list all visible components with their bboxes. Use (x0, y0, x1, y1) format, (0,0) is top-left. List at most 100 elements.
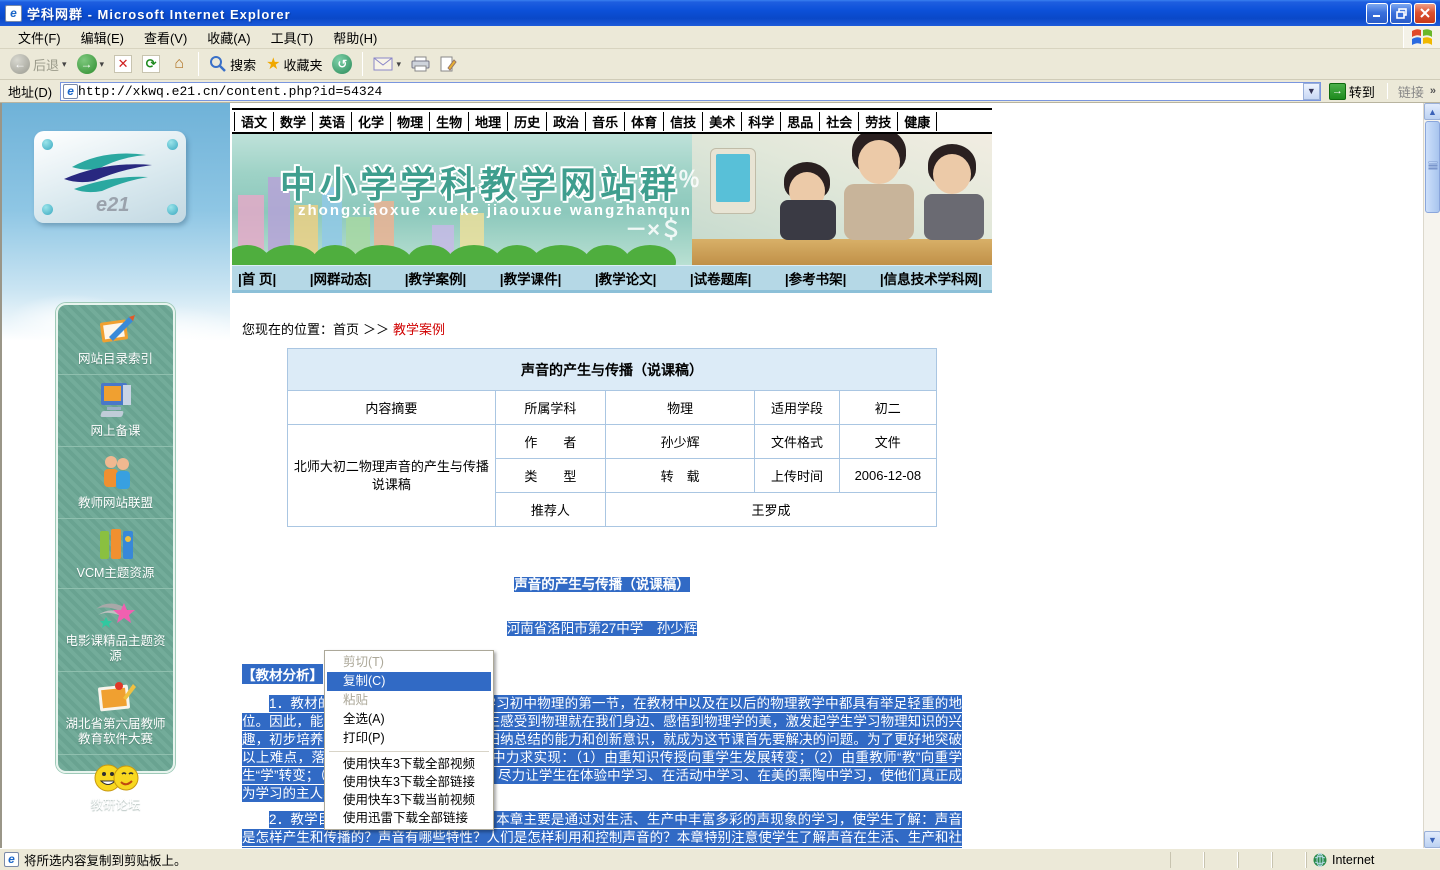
banner-photo (692, 134, 992, 265)
edit-icon (440, 56, 457, 72)
subject-link[interactable]: 体育 (624, 112, 663, 131)
security-zone: Internet (1306, 852, 1436, 868)
history-button[interactable]: ↺ (328, 52, 356, 76)
context-menu-thunder-all-links[interactable]: 使用迅雷下载全部链接 (327, 809, 491, 827)
sidebar-item-software-contest[interactable]: 湖北省第六届教师教育软件大赛 (58, 672, 173, 755)
context-menu-flashget-all-videos[interactable]: 使用快车3下载全部视频 (327, 755, 491, 773)
back-label: 后退 (33, 55, 59, 74)
document-info-table: 声音的产生与传播（说课稿） 内容摘要 所属学科 物理 适用学段 初二 北师大初二… (287, 348, 937, 527)
menu-favorites[interactable]: 收藏(A) (197, 25, 260, 50)
forward-dropdown-icon[interactable]: ▾ (100, 59, 105, 70)
menu-file[interactable]: 文件(F) (8, 25, 71, 50)
stop-button[interactable]: ✕ (110, 53, 136, 75)
site-nav-books[interactable]: |参考书架| (785, 268, 847, 288)
breadcrumb: 您现在的位置：首页 ＞＞ 教学案例 (242, 319, 992, 338)
site-nav-home[interactable]: |首 页| (238, 268, 276, 288)
back-button[interactable]: ← 后退 ▾ (6, 52, 71, 76)
computer-icon (95, 381, 137, 421)
subject-link[interactable]: 健康 (897, 112, 937, 131)
site-nav-exams[interactable]: |试卷题库| (690, 268, 752, 288)
search-button[interactable]: 搜索 (205, 53, 260, 76)
vertical-scrollbar[interactable]: ▲ ▼ (1423, 103, 1440, 848)
menu-bar: 文件(F) 编辑(E) 查看(V) 收藏(A) 工具(T) 帮助(H) (0, 26, 1440, 49)
scrollbar-thumb[interactable] (1425, 121, 1440, 213)
context-menu-select-all[interactable]: 全选(A) (327, 710, 491, 729)
edit-button[interactable] (436, 54, 461, 74)
address-url[interactable]: http://xkwq.e21.cn/content.php?id=54324 (78, 84, 1303, 99)
subject-link[interactable]: 数学 (273, 112, 312, 131)
subject-label: 所属学科 (495, 391, 605, 425)
scroll-down-button[interactable]: ▼ (1424, 831, 1440, 848)
subject-link[interactable]: 思品 (780, 112, 819, 131)
sidebar-item-vcm-resources[interactable]: VCM主题资源 (58, 519, 173, 589)
notepad-pencil-icon (95, 311, 137, 349)
sidebar-item-research-forum[interactable]: 教研论坛 (58, 755, 173, 820)
site-nav-courseware[interactable]: |教学课件| (500, 268, 562, 288)
subject-link[interactable]: 历史 (507, 112, 546, 131)
addressbar-separator (1387, 83, 1388, 99)
context-menu-flashget-current-video[interactable]: 使用快车3下载当前视频 (327, 791, 491, 809)
home-button[interactable]: ⌂ (166, 53, 192, 75)
go-button[interactable]: → 转到 (1325, 81, 1379, 102)
back-dropdown-icon[interactable]: ▾ (62, 59, 67, 70)
scroll-up-button[interactable]: ▲ (1424, 103, 1440, 120)
breadcrumb-prefix[interactable]: 您现在的位置：首页 (242, 319, 359, 338)
subject-link[interactable]: 政治 (546, 112, 585, 131)
site-nav-papers[interactable]: |教学论文| (595, 268, 657, 288)
subject-link[interactable]: 英语 (312, 112, 351, 131)
context-menu-separator (329, 751, 489, 752)
subject-link[interactable]: 美术 (702, 112, 741, 131)
menu-edit[interactable]: 编辑(E) (71, 25, 134, 50)
site-nav-news[interactable]: |网群动态| (310, 268, 372, 288)
subject-link[interactable]: 物理 (390, 112, 429, 131)
menu-tools[interactable]: 工具(T) (261, 25, 324, 50)
window-title: 学科网群 - Microsoft Internet Explorer (27, 4, 291, 23)
browser-window: e 学科网群 - Microsoft Internet Explorer 文件(… (0, 0, 1440, 870)
context-menu-cut: 剪切(T) (327, 653, 491, 672)
sidebar-item-label: 电影课精品主题资源 (60, 634, 171, 664)
toolbar-separator (362, 52, 363, 76)
breadcrumb-current[interactable]: 教学案例 (393, 319, 445, 338)
sidebar-item-site-index[interactable]: 网站目录索引 (58, 305, 173, 375)
menu-view[interactable]: 查看(V) (134, 25, 197, 50)
subject-link[interactable]: 社会 (819, 112, 858, 131)
svg-text:e21: e21 (96, 194, 129, 216)
mail-button[interactable]: ▾ (369, 55, 405, 73)
favorites-label: 收藏夹 (283, 55, 322, 74)
site-nav-cases[interactable]: |教学案例| (405, 268, 467, 288)
subject-link[interactable]: 音乐 (585, 112, 624, 131)
context-menu-flashget-all-links[interactable]: 使用快车3下载全部链接 (327, 773, 491, 791)
subject-link[interactable]: 地理 (468, 112, 507, 131)
subject-link[interactable]: 语文 (234, 112, 273, 131)
forward-button[interactable]: → ▾ (73, 52, 109, 76)
people-icon (96, 453, 136, 493)
abstract-label: 内容摘要 (288, 391, 496, 425)
e21-waves-icon: e21 (34, 131, 186, 223)
minimize-button[interactable] (1366, 3, 1388, 24)
breadcrumb-separator: ＞＞ (363, 319, 389, 338)
sidebar-item-teacher-alliance[interactable]: 教师网站联盟 (58, 447, 173, 519)
context-menu-print[interactable]: 打印(P) (327, 729, 491, 748)
subject-link[interactable]: 信技 (663, 112, 702, 131)
subject-link[interactable]: 科学 (741, 112, 780, 131)
menu-help[interactable]: 帮助(H) (323, 25, 387, 50)
context-menu-copy[interactable]: 复制(C) (327, 672, 491, 691)
subject-link[interactable]: 生物 (429, 112, 468, 131)
links-label[interactable]: 链接 (1396, 82, 1426, 101)
sidebar-item-film-resources[interactable]: 电影课精品主题资源 (58, 589, 173, 672)
e21-logo: e21 (34, 131, 186, 223)
restore-button[interactable] (1390, 3, 1412, 24)
address-input[interactable]: e http://xkwq.e21.cn/content.php?id=5432… (60, 82, 1321, 101)
print-button[interactable] (407, 54, 434, 74)
sidebar-item-online-prep[interactable]: 网上备课 (58, 375, 173, 447)
subject-link[interactable]: 化学 (351, 112, 390, 131)
shooting-star-icon (94, 595, 138, 631)
mail-dropdown-icon[interactable]: ▾ (396, 59, 401, 70)
links-chevron-icon[interactable]: » (1430, 85, 1436, 97)
address-dropdown-button[interactable]: ▼ (1303, 83, 1320, 100)
subject-link[interactable]: 劳技 (858, 112, 897, 131)
refresh-button[interactable]: ⟳ (138, 53, 164, 75)
close-button[interactable] (1414, 3, 1436, 24)
site-nav-it-subject[interactable]: |信息技术学科网| (880, 268, 982, 288)
favorites-button[interactable]: ★ 收藏夹 (262, 52, 326, 76)
